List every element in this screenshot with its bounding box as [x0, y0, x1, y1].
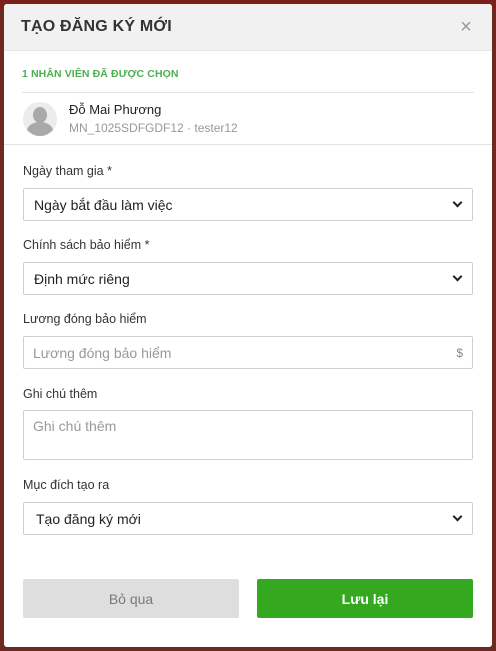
join-date-label: Ngày tham gia * [23, 164, 112, 178]
purpose-label: Mục đích tạo ra [23, 478, 110, 492]
purpose-value: Tạo đăng ký mới [36, 510, 141, 527]
insurance-salary-label: Lương đóng bảo hiểm [23, 312, 147, 326]
join-date-select[interactable]: Ngày bắt đầu làm việc [23, 188, 473, 221]
employee-info: Đỗ Mai Phương MN_1025SDFGDF12 · tester12 [69, 102, 238, 135]
save-button[interactable]: Lưu lại [257, 579, 473, 618]
modal-header: TẠO ĐĂNG KÝ MỚI × [4, 4, 492, 51]
chevron-down-icon [452, 197, 463, 208]
employee-name: Đỗ Mai Phương [69, 102, 162, 117]
note-textarea[interactable] [33, 418, 463, 454]
currency-suffix: $ [456, 345, 463, 360]
employee-meta: MN_1025SDFGDF12 · tester12 [69, 121, 238, 135]
registration-form: Ngày tham gia * Ngày bắt đầu làm việc Ch… [4, 164, 492, 535]
modal-title: TẠO ĐĂNG KÝ MỚI [21, 18, 172, 35]
insurance-policy-value: Định mức riêng [34, 270, 130, 287]
purpose-select[interactable]: Tạo đăng ký mới [23, 502, 473, 535]
create-registration-modal: TẠO ĐĂNG KÝ MỚI × 1 NHÂN VIÊN ĐÃ ĐƯỢC CH… [4, 4, 492, 647]
modal-footer: Bỏ qua Lưu lại [23, 579, 473, 618]
chevron-down-icon [452, 271, 463, 282]
join-date-value: Ngày bắt đầu làm việc [34, 196, 173, 213]
employee-row: Đỗ Mai Phương MN_1025SDFGDF12 · tester12 [4, 93, 492, 145]
user-silhouette-icon [23, 101, 57, 136]
insurance-policy-select[interactable]: Định mức riêng [23, 262, 473, 295]
insurance-salary-field[interactable]: $ [23, 336, 473, 369]
note-label: Ghi chú thêm [23, 387, 98, 401]
close-icon[interactable]: × [457, 17, 475, 37]
note-field[interactable] [23, 410, 473, 460]
selected-count-label: 1 NHÂN VIÊN ĐÃ ĐƯỢC CHỌN [22, 51, 474, 93]
insurance-policy-label: Chính sách bảo hiểm * [23, 238, 150, 252]
selected-employees-section: 1 NHÂN VIÊN ĐÃ ĐƯỢC CHỌN Đỗ Mai Phương M… [4, 51, 492, 145]
insurance-salary-input[interactable] [33, 344, 433, 361]
cancel-button[interactable]: Bỏ qua [23, 579, 239, 618]
chevron-down-icon [452, 511, 463, 522]
